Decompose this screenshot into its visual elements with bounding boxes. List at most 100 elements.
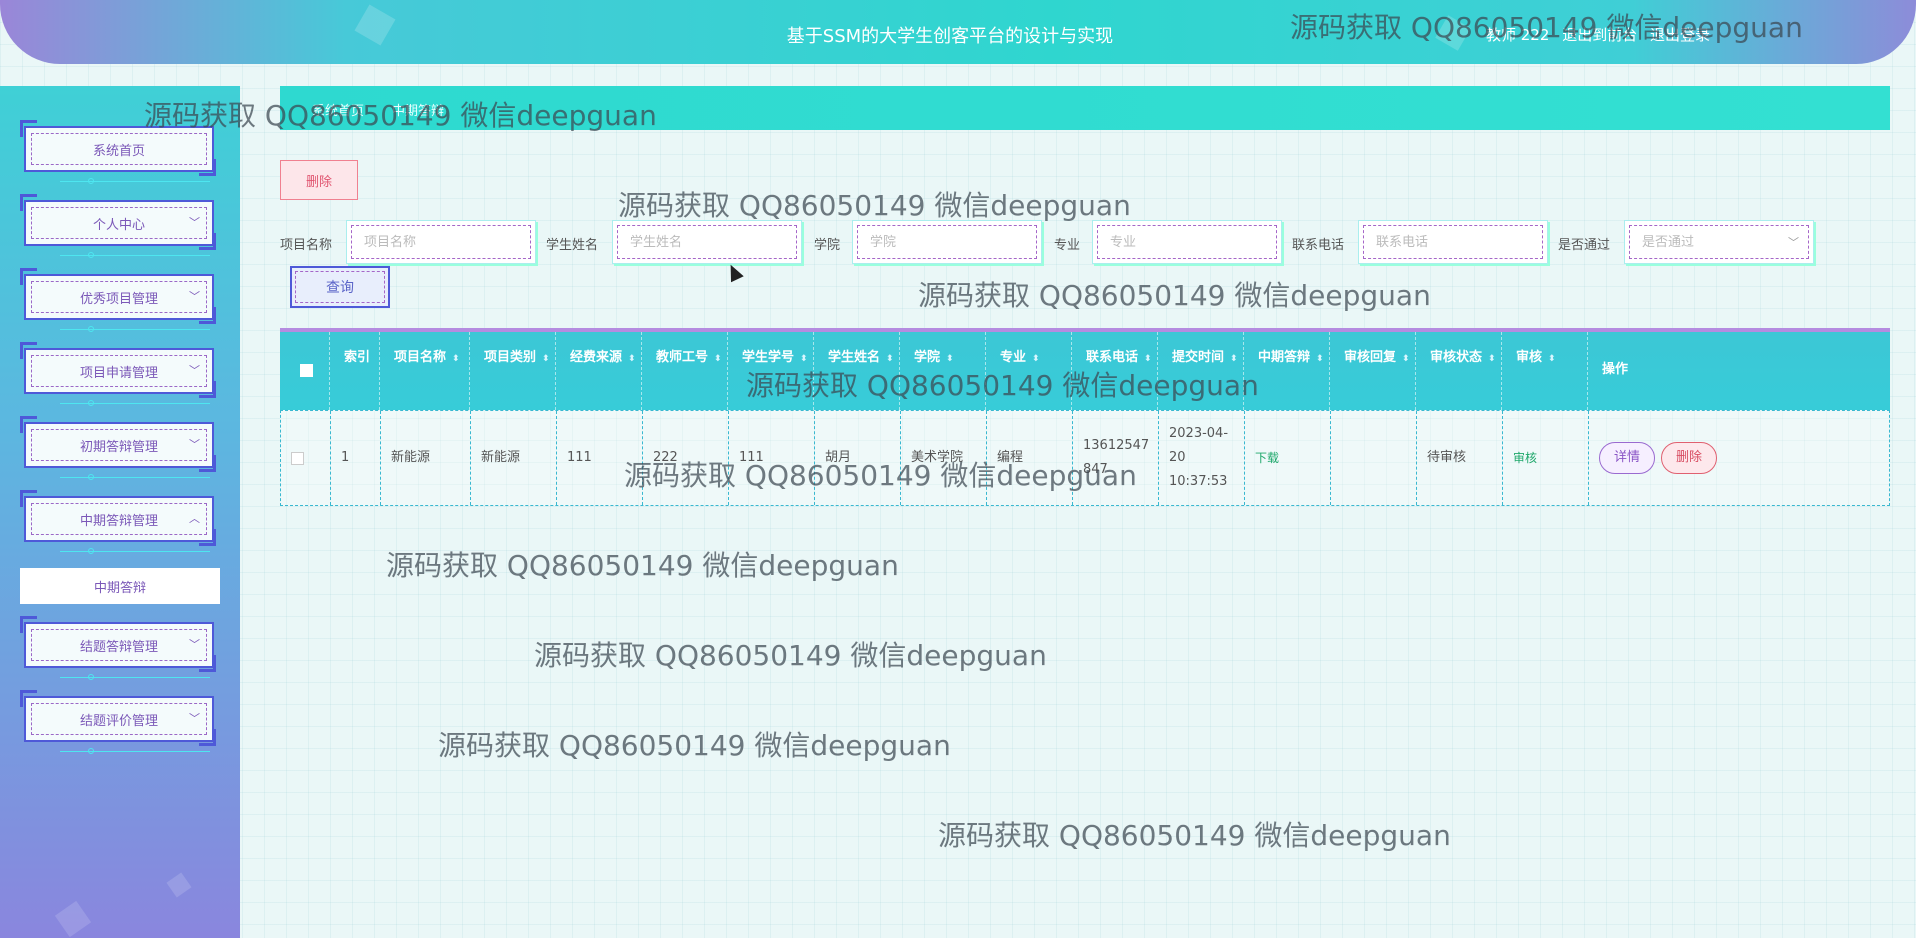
- sort-icon[interactable]: ⬍: [628, 354, 636, 364]
- column-header-submit-time[interactable]: 提交时间 ⬍: [1158, 332, 1244, 410]
- sidebar-item-personal-center[interactable]: 个人中心 ﹀: [20, 194, 216, 258]
- row-checkbox[interactable]: [291, 451, 304, 465]
- query-button[interactable]: 查询: [290, 266, 390, 308]
- back-to-front-link[interactable]: 退出到前台: [1562, 26, 1637, 44]
- column-header-review[interactable]: 审核 ⬍: [1502, 332, 1588, 410]
- phone-placeholder: 联系电话: [1363, 225, 1543, 259]
- sidebar-item-label: 中期答辩管理: [31, 503, 207, 535]
- cell-student-name: 胡月: [815, 411, 901, 505]
- menu-frame: 结题答辩管理: [24, 622, 214, 668]
- sort-icon[interactable]: ⬍: [1402, 354, 1410, 364]
- passed-select[interactable]: 是否通过 ﹀: [1624, 220, 1814, 264]
- chevron-down-icon: ﹀: [189, 638, 200, 651]
- row-delete-button[interactable]: 删除: [1661, 442, 1718, 474]
- major-input[interactable]: 专业: [1092, 220, 1282, 264]
- menu-decoration-line: [60, 181, 210, 182]
- sidebar-item-initial-defense[interactable]: 初期答辩管理 ﹀: [20, 416, 216, 480]
- student-name-input[interactable]: 学生姓名: [612, 220, 802, 264]
- menu-decoration-line: [60, 477, 210, 478]
- menu-frame: 个人中心: [24, 200, 214, 246]
- sort-icon[interactable]: ⬍: [452, 354, 460, 364]
- column-header-student-name[interactable]: 学生姓名 ⬍: [814, 332, 900, 410]
- sort-icon[interactable]: ⬍: [542, 354, 550, 364]
- sidebar-item-home[interactable]: 系统首页: [20, 120, 216, 184]
- menu-frame: 系统首页: [24, 126, 214, 172]
- submenu-item-midterm-defense[interactable]: 中期答辩: [20, 568, 220, 604]
- sidebar-item-excellent-projects[interactable]: 优秀项目管理 ﹀: [20, 268, 216, 332]
- batch-delete-button[interactable]: 删除: [280, 160, 358, 200]
- project-name-input[interactable]: 项目名称: [346, 220, 536, 264]
- search-label-major: 专业: [1054, 238, 1081, 253]
- sort-icon[interactable]: ⬍: [1316, 354, 1324, 364]
- sidebar-item-project-application[interactable]: 项目申请管理 ﹀: [20, 342, 216, 406]
- sidebar-item-midterm-defense[interactable]: 中期答辩管理 ︿: [20, 490, 216, 554]
- menu-decoration-line: [60, 255, 210, 256]
- column-header-student-id[interactable]: 学生学号 ⬍: [728, 332, 814, 410]
- column-header-funding[interactable]: 经费来源 ⬍: [556, 332, 642, 410]
- chevron-down-icon: ﹀: [189, 290, 200, 303]
- cell-actions: 详情 删除: [1589, 411, 1889, 505]
- cell-major: 编程: [987, 411, 1073, 505]
- column-header-index[interactable]: 索引: [330, 332, 380, 410]
- menu-decoration-line: [60, 551, 210, 552]
- column-label: 操作: [1602, 362, 1629, 377]
- column-header-college[interactable]: 学院 ⬍: [900, 332, 986, 410]
- sidebar-item-final-defense[interactable]: 结题答辩管理 ﹀: [20, 616, 216, 680]
- cell-phone: 13612547847: [1073, 411, 1159, 505]
- detail-button[interactable]: 详情: [1599, 442, 1656, 474]
- sort-icon[interactable]: ⬍: [946, 354, 954, 364]
- column-header-teacher-id[interactable]: 教师工号 ⬍: [642, 332, 728, 410]
- menu-decoration-dot: [88, 326, 94, 332]
- sidebar-item-final-evaluation[interactable]: 结题评价管理 ﹀: [20, 690, 216, 754]
- column-header-major[interactable]: 专业 ⬍: [986, 332, 1072, 410]
- column-label: 项目类别: [484, 350, 537, 365]
- menu-frame: 初期答辩管理: [24, 422, 214, 468]
- sidebar-item-label: 结题评价管理: [31, 703, 207, 735]
- sort-icon[interactable]: ⬍: [1488, 354, 1496, 364]
- search-form: 项目名称 项目名称 学生姓名 学生姓名 学院 学院 专业 专业 联系电话 联系电…: [280, 220, 1916, 264]
- defense-file-download-link[interactable]: 下载: [1245, 411, 1331, 505]
- cell-project-type: 新能源: [471, 411, 557, 505]
- cell-student-id: 111: [729, 411, 815, 505]
- sidebar-decoration: [166, 872, 192, 898]
- column-label: 学生姓名: [828, 350, 881, 365]
- column-header-phone[interactable]: 联系电话 ⬍: [1072, 332, 1158, 410]
- breadcrumb-current: 中期答辩: [392, 104, 445, 119]
- sort-icon[interactable]: ⬍: [1144, 354, 1152, 364]
- column-header-review-reply[interactable]: 审核回复 ⬍: [1330, 332, 1416, 410]
- menu-decoration-dot: [88, 474, 94, 480]
- sort-icon[interactable]: ⬍: [1548, 354, 1556, 364]
- menu-decoration-line: [60, 751, 210, 752]
- sort-icon[interactable]: ⬍: [714, 354, 722, 364]
- logout-link[interactable]: 退出登录: [1650, 26, 1710, 44]
- column-label: 教师工号: [656, 350, 709, 365]
- column-header-review-status[interactable]: 审核状态 ⬍: [1416, 332, 1502, 410]
- sort-icon[interactable]: ⬍: [1230, 354, 1238, 364]
- column-header-defense-file[interactable]: 中期答辩 ⬍: [1244, 332, 1330, 410]
- menu-decoration-dot: [88, 548, 94, 554]
- column-header-project-type[interactable]: 项目类别 ⬍: [470, 332, 556, 410]
- cell-funding: 111: [557, 411, 643, 505]
- search-label-student-name: 学生姓名: [546, 238, 599, 253]
- sort-icon[interactable]: ⬍: [1032, 354, 1040, 364]
- chevron-up-icon: ︿: [189, 512, 200, 525]
- sort-icon[interactable]: ⬍: [886, 354, 894, 364]
- breadcrumb-home[interactable]: 系统首页: [312, 100, 364, 119]
- sidebar-item-label: 优秀项目管理: [31, 281, 207, 313]
- select-all-checkbox[interactable]: [300, 364, 313, 377]
- phone-input[interactable]: 联系电话: [1358, 220, 1548, 264]
- menu-decoration-dot: [88, 400, 94, 406]
- major-placeholder: 专业: [1097, 225, 1277, 259]
- college-placeholder: 学院: [857, 225, 1037, 259]
- review-link[interactable]: 审核: [1503, 411, 1589, 505]
- column-header-project-name[interactable]: 项目名称 ⬍: [380, 332, 470, 410]
- user-role-name: 教师 222: [1486, 26, 1550, 44]
- chevron-down-icon: ﹀: [189, 364, 200, 377]
- column-label: 经费来源: [570, 350, 623, 365]
- search-label-passed: 是否通过: [1558, 238, 1611, 253]
- college-input[interactable]: 学院: [852, 220, 1042, 264]
- column-label: 联系电话: [1086, 350, 1139, 365]
- menu-decoration-line: [60, 329, 210, 330]
- column-label: 提交时间: [1172, 350, 1225, 365]
- sort-icon[interactable]: ⬍: [800, 354, 808, 364]
